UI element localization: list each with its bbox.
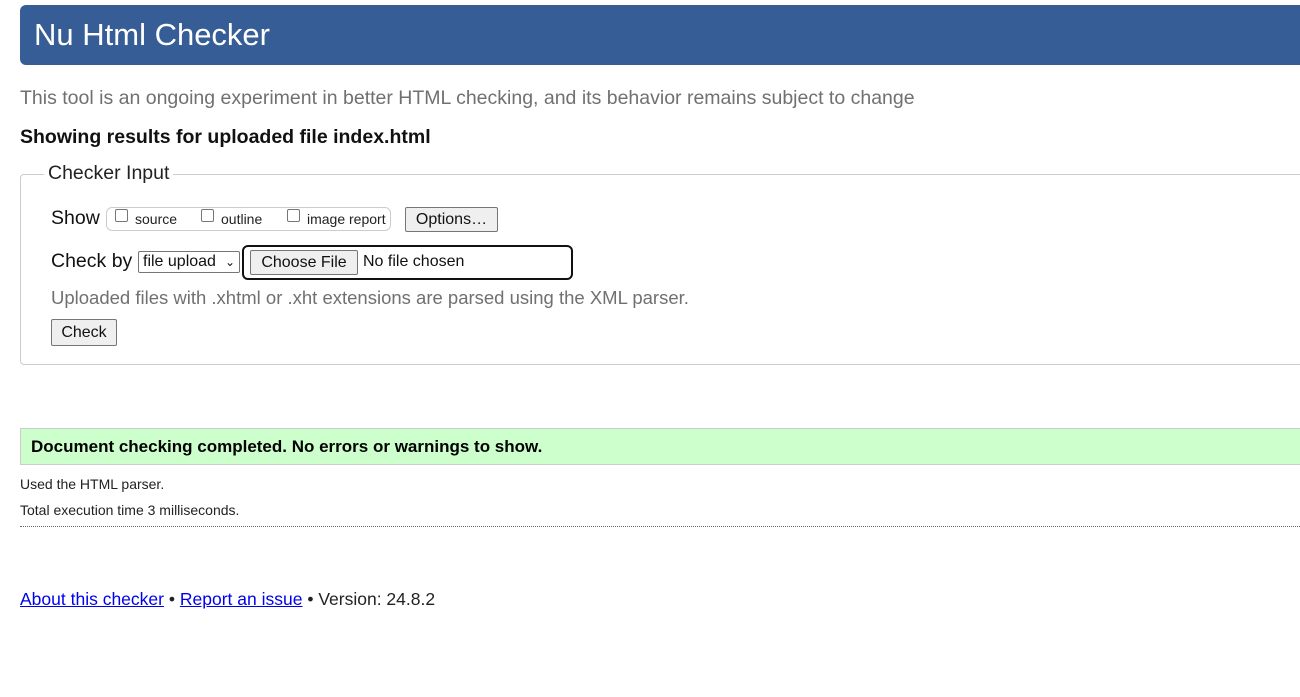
report-issue-link[interactable]: Report an issue xyxy=(180,589,303,609)
version-text: Version: 24.8.2 xyxy=(318,589,436,609)
check-by-select[interactable]: file upload ⌄ xyxy=(138,251,240,273)
results-heading: Showing results for uploaded file index.… xyxy=(20,126,431,148)
footer-separator-2: • xyxy=(307,589,314,609)
checker-input-legend: Checker Input xyxy=(44,162,174,185)
footer-separator: • xyxy=(168,589,175,609)
show-image-report-label[interactable]: image report xyxy=(307,211,386,227)
execution-time: Total execution time 3 milliseconds. xyxy=(20,502,240,518)
choose-file-button[interactable]: Choose File xyxy=(250,250,358,275)
show-source-checkbox[interactable] xyxy=(115,209,128,222)
success-message: Document checking completed. No errors o… xyxy=(31,437,543,456)
page-title: Nu Html Checker xyxy=(34,17,270,52)
xml-parser-hint: Uploaded files with .xhtml or .xht exten… xyxy=(51,287,689,308)
chevron-down-icon: ⌄ xyxy=(224,255,235,269)
show-source-label[interactable]: source xyxy=(135,211,177,227)
page: Nu Html Checker This tool is an ongoing … xyxy=(0,0,1300,697)
options-button[interactable]: Options… xyxy=(405,207,498,232)
footer: About this checker • Report an issue • V… xyxy=(20,589,435,610)
check-button[interactable]: Check xyxy=(51,319,117,346)
show-image-report-checkbox[interactable] xyxy=(287,209,300,222)
tagline: This tool is an ongoing experiment in be… xyxy=(20,87,915,109)
show-outline-checkbox[interactable] xyxy=(201,209,214,222)
success-message-box: Document checking completed. No errors o… xyxy=(20,428,1300,465)
show-outline-label[interactable]: outline xyxy=(221,211,262,227)
show-label: Show xyxy=(51,207,100,229)
parser-note: Used the HTML parser. xyxy=(20,476,165,492)
check-by-value: file upload xyxy=(143,253,216,270)
divider xyxy=(20,526,1300,527)
file-status-text: No file chosen xyxy=(363,253,465,270)
header-banner: Nu Html Checker xyxy=(20,5,1300,65)
check-by-label: Check by xyxy=(51,250,133,272)
about-checker-link[interactable]: About this checker xyxy=(20,589,164,609)
